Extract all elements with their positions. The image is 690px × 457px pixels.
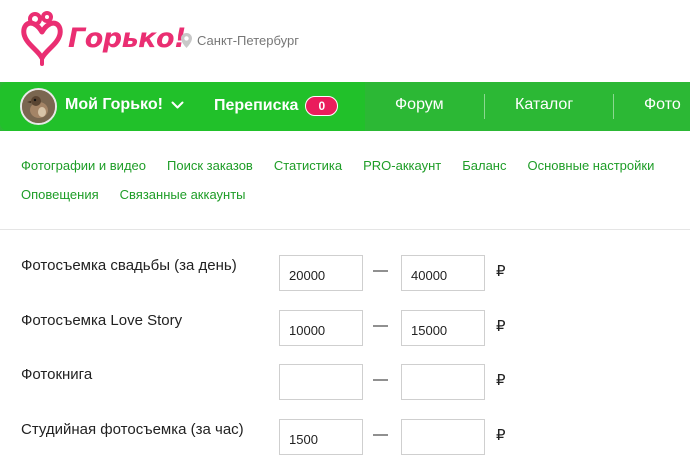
nav-item-forum[interactable]: Форум [395, 96, 444, 114]
price-from-input[interactable] [279, 364, 363, 400]
location-pin-icon [181, 33, 192, 48]
submenu-item-notifications[interactable]: Оповещения [21, 187, 99, 216]
main-navbar: Мой Горько! Переписка 0 Форум Каталог Фо… [0, 82, 690, 131]
submenu-item-pro-account[interactable]: PRO-аккаунт [363, 158, 441, 187]
submenu-row: Фотографии и видео Поиск заказов Статист… [21, 158, 690, 187]
price-label: Фотокнига [21, 366, 93, 383]
submenu-item-order-search[interactable]: Поиск заказов [167, 158, 253, 187]
ruble-icon: ₽ [496, 372, 506, 389]
submenu-item-balance[interactable]: Баланс [462, 158, 506, 187]
user-nav-section: Мой Горько! Переписка 0 [0, 82, 365, 131]
price-to-input[interactable] [401, 419, 485, 455]
price-row-studio: Студийная фотосъемка (за час) — ₽ [0, 419, 690, 455]
nav-divider [613, 94, 614, 119]
settings-submenu: Фотографии и видео Поиск заказов Статист… [21, 158, 690, 216]
city-selector[interactable]: Санкт-Петербург [181, 33, 299, 48]
logo-text: Горько! [68, 22, 186, 54]
price-from-input[interactable] [279, 255, 363, 291]
section-divider [0, 229, 690, 230]
submenu-item-photos-videos[interactable]: Фотографии и видео [21, 158, 146, 187]
ruble-icon: ₽ [496, 427, 506, 444]
messages-label: Переписка [214, 97, 299, 114]
range-dash: — [373, 262, 388, 279]
price-to-input[interactable] [401, 310, 485, 346]
my-gorko-label: Мой Горько! [65, 96, 163, 113]
price-label: Фотосъемка Love Story [21, 312, 183, 329]
header: Горько! Санкт-Петербург [0, 0, 690, 80]
range-dash: — [373, 426, 388, 443]
nav-item-photo[interactable]: Фото [644, 96, 681, 114]
range-dash: — [373, 371, 388, 388]
nav-divider [484, 94, 485, 119]
price-label: Студийная фотосъемка (за час) [21, 421, 244, 438]
city-label: Санкт-Петербург [197, 33, 299, 48]
price-row-love-story: Фотосъемка Love Story — ₽ [0, 310, 690, 346]
my-gorko-menu[interactable]: Мой Горько! [65, 96, 184, 114]
messages-count-badge: 0 [305, 96, 339, 116]
submenu-item-linked-accounts[interactable]: Связанные аккаунты [120, 187, 246, 216]
submenu-item-main-settings[interactable]: Основные настройки [528, 158, 655, 187]
price-row-wedding: Фотосъемка свадьбы (за день) — ₽ [0, 255, 690, 291]
chevron-down-icon [171, 101, 184, 108]
price-from-input[interactable] [279, 310, 363, 346]
avatar-bird-image [22, 90, 55, 123]
nav-item-catalog[interactable]: Каталог [515, 96, 573, 114]
range-dash: — [373, 317, 388, 334]
submenu-row: Оповещения Связанные аккаунты [21, 187, 690, 216]
logo-heart-icon [21, 11, 63, 66]
price-row-photobook: Фотокнига — ₽ [0, 364, 690, 400]
price-from-input[interactable] [279, 419, 363, 455]
ruble-icon: ₽ [496, 263, 506, 280]
avatar[interactable] [20, 88, 57, 125]
submenu-item-statistics[interactable]: Статистика [274, 158, 342, 187]
logo[interactable]: Горько! [20, 10, 186, 66]
messages-link[interactable]: Переписка 0 [214, 96, 339, 116]
price-to-input[interactable] [401, 364, 485, 400]
ruble-icon: ₽ [496, 318, 506, 335]
price-label: Фотосъемка свадьбы (за день) [21, 257, 237, 274]
price-to-input[interactable] [401, 255, 485, 291]
